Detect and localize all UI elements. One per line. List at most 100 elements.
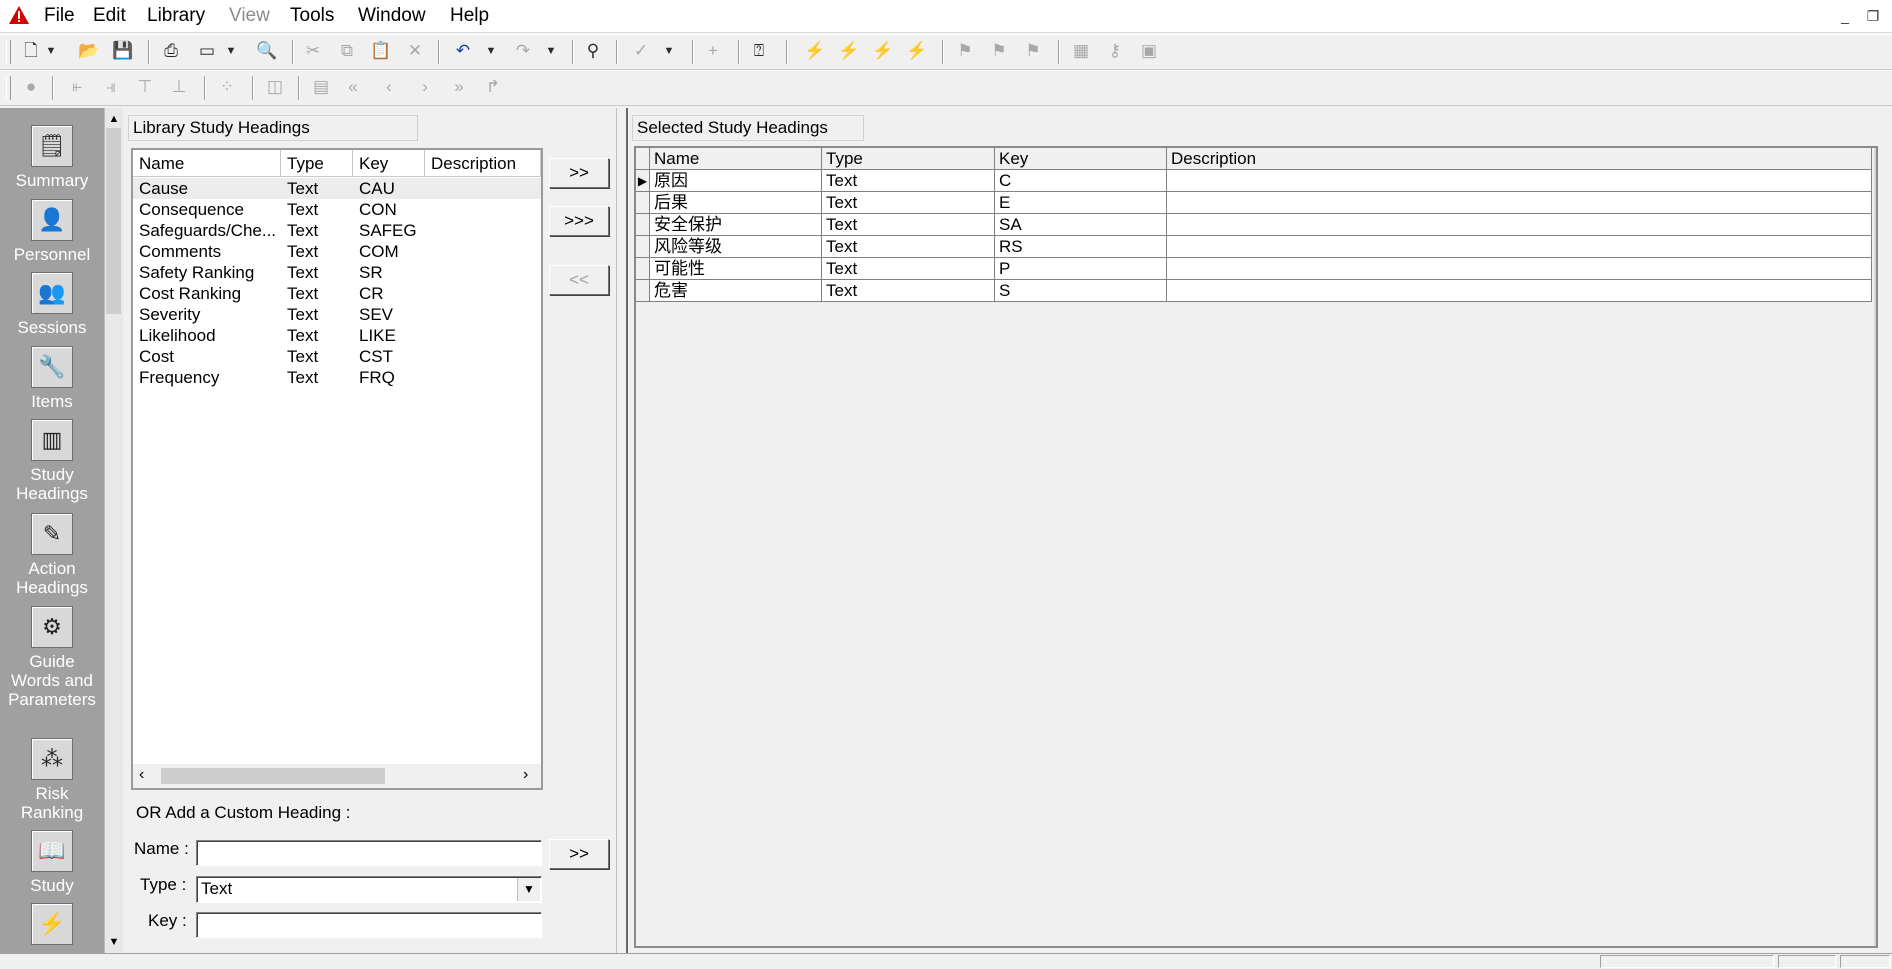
custom-key-input[interactable] <box>196 912 542 938</box>
grid-header-type[interactable]: Type <box>822 148 995 170</box>
link-clear-icon[interactable]: ⚡ <box>904 38 930 64</box>
nav-items[interactable]: 🔧 Items <box>0 346 104 411</box>
menu-help[interactable]: Help <box>450 5 489 27</box>
menu-edit[interactable]: Edit <box>93 5 126 27</box>
row-selector[interactable] <box>636 258 650 280</box>
table-row[interactable]: 可能性 Text P <box>636 258 1872 280</box>
row-selector[interactable] <box>636 236 650 258</box>
cell-description[interactable] <box>1167 236 1872 258</box>
list-item[interactable]: Comments Text COM <box>133 241 541 262</box>
cell-name[interactable]: 可能性 <box>650 258 822 280</box>
row-selector[interactable] <box>636 214 650 236</box>
custom-name-input[interactable] <box>196 840 542 866</box>
grid-dots-icon[interactable]: ⁘ <box>214 74 240 100</box>
cell-key[interactable]: SA <box>995 214 1167 236</box>
toolbar-grip-2[interactable] <box>6 76 11 100</box>
table-row[interactable]: 后果 Text E <box>636 192 1872 214</box>
goto-icon[interactable]: ↱ <box>480 74 506 100</box>
align-right-icon[interactable]: ⫣ <box>98 74 124 100</box>
cell-type[interactable]: Text <box>822 170 995 192</box>
cell-type[interactable]: Text <box>822 236 995 258</box>
spellcheck-dropdown-icon[interactable]: ▼ <box>662 38 676 64</box>
cell-name[interactable]: 原因 <box>650 170 822 192</box>
last-record-icon[interactable]: » <box>446 74 472 100</box>
link-remove-icon[interactable]: ⚡ <box>870 38 896 64</box>
row-indicator-arrow-icon[interactable]: ▶ <box>636 170 650 192</box>
align-left-icon[interactable]: ⫦ <box>64 74 90 100</box>
cell-name[interactable]: 后果 <box>650 192 822 214</box>
cell-key[interactable]: C <box>995 170 1167 192</box>
copy-icon[interactable]: ⧉ <box>334 38 360 64</box>
action-delete-icon[interactable]: ⚑ <box>1020 38 1046 64</box>
nav-study[interactable]: 📖 Study <box>0 830 104 895</box>
table-row[interactable]: 风险等级 Text RS <box>636 236 1872 258</box>
page-setup-icon[interactable]: ▭ <box>194 38 220 64</box>
link-action-icon[interactable]: ⚡ <box>802 38 828 64</box>
menu-file[interactable]: File <box>44 5 75 27</box>
cell-type[interactable]: Text <box>822 258 995 280</box>
restore-button[interactable]: ❐ <box>1862 6 1884 26</box>
cell-name[interactable]: 危害 <box>650 280 822 302</box>
undo-icon[interactable]: ↶ <box>450 38 476 64</box>
toolbar-grip[interactable] <box>6 40 11 64</box>
list-item[interactable]: Likelihood Text LIKE <box>133 325 541 346</box>
delete-icon[interactable]: ✕ <box>402 38 428 64</box>
nav-guide-words[interactable]: ⚙ Guide Words and Parameters <box>0 606 104 709</box>
col-header-type[interactable]: Type <box>281 150 353 177</box>
nav-sessions[interactable]: 👥 Sessions <box>0 272 104 337</box>
list-item[interactable]: Cost Text CST <box>133 346 541 367</box>
list-item[interactable]: Severity Text SEV <box>133 304 541 325</box>
list-item[interactable]: Cost Ranking Text CR <box>133 283 541 304</box>
align-bottom-icon[interactable]: ⊥ <box>166 74 192 100</box>
col-header-description[interactable]: Description <box>425 150 541 177</box>
library-headings-list[interactable]: Name Type Key Description Cause Text CAU Co… <box>131 148 543 790</box>
col-header-name[interactable]: Name <box>133 150 281 177</box>
nav-action-headings[interactable]: ✎ Action Headings <box>0 513 104 597</box>
spellcheck-icon[interactable]: ✓ <box>628 38 654 64</box>
action-flag-icon[interactable]: ⚑ <box>952 38 978 64</box>
grid-vscrollbar[interactable] <box>1874 148 1876 946</box>
cell-name[interactable]: 安全保护 <box>650 214 822 236</box>
selected-headings-grid[interactable]: Name Type Key Description ▶ 原因 Text C 后果 Text… <box>634 146 1878 948</box>
cell-description[interactable] <box>1167 214 1872 236</box>
scroll-left-icon[interactable]: ‹ <box>139 766 144 784</box>
save-icon[interactable]: 💾 <box>110 38 136 64</box>
cell-description[interactable] <box>1167 280 1872 302</box>
library-hscrollbar[interactable]: ‹ › <box>133 764 541 788</box>
help-context-icon[interactable]: ⍰ <box>746 38 772 64</box>
col-header-key[interactable]: Key <box>353 150 425 177</box>
previous-record-icon[interactable]: ‹ <box>376 74 402 100</box>
list-item[interactable]: Safety Ranking Text SR <box>133 262 541 283</box>
add-plus-icon[interactable]: + <box>700 38 726 64</box>
page-dropdown-icon[interactable]: ▼ <box>224 38 238 64</box>
page-icon[interactable]: ▤ <box>308 74 334 100</box>
table-row[interactable]: 危害 Text S <box>636 280 1872 302</box>
table-icon[interactable]: ▦ <box>1068 38 1094 64</box>
nav-summary[interactable]: 🗒 Summary <box>0 125 104 190</box>
open-folder-icon[interactable]: 📂 <box>76 38 102 64</box>
menu-tools[interactable]: Tools <box>290 5 334 27</box>
list-item[interactable]: Cause Text CAU <box>133 178 541 199</box>
grid-header-key[interactable]: Key <box>995 148 1167 170</box>
minimize-button[interactable]: _ <box>1834 6 1856 26</box>
cell-key[interactable]: P <box>995 258 1167 280</box>
add-custom-heading-button[interactable]: >> <box>549 839 609 869</box>
cut-icon[interactable]: ✂ <box>300 38 326 64</box>
paste-icon[interactable]: 📋 <box>368 38 394 64</box>
cell-description[interactable] <box>1167 192 1872 214</box>
table-row[interactable]: 安全保护 Text SA <box>636 214 1872 236</box>
panel-splitter[interactable] <box>616 108 628 953</box>
layout-icon[interactable]: ◫ <box>262 74 288 100</box>
cell-key[interactable]: RS <box>995 236 1167 258</box>
record-icon[interactable]: ● <box>18 74 44 100</box>
scroll-right-icon[interactable]: › <box>523 766 528 784</box>
menu-view[interactable]: View <box>229 5 270 27</box>
cell-type[interactable]: Text <box>822 280 995 302</box>
action-edit-icon[interactable]: ⚑ <box>986 38 1012 64</box>
nav-study-headings[interactable]: ▥ Study Headings <box>0 419 104 503</box>
chevron-down-icon[interactable]: ▼ <box>517 878 540 901</box>
find-binoculars-icon[interactable]: ⚲ <box>580 38 606 64</box>
cell-key[interactable]: S <box>995 280 1167 302</box>
custom-type-select[interactable]: Text ▼ <box>196 876 542 903</box>
cell-description[interactable] <box>1167 258 1872 280</box>
